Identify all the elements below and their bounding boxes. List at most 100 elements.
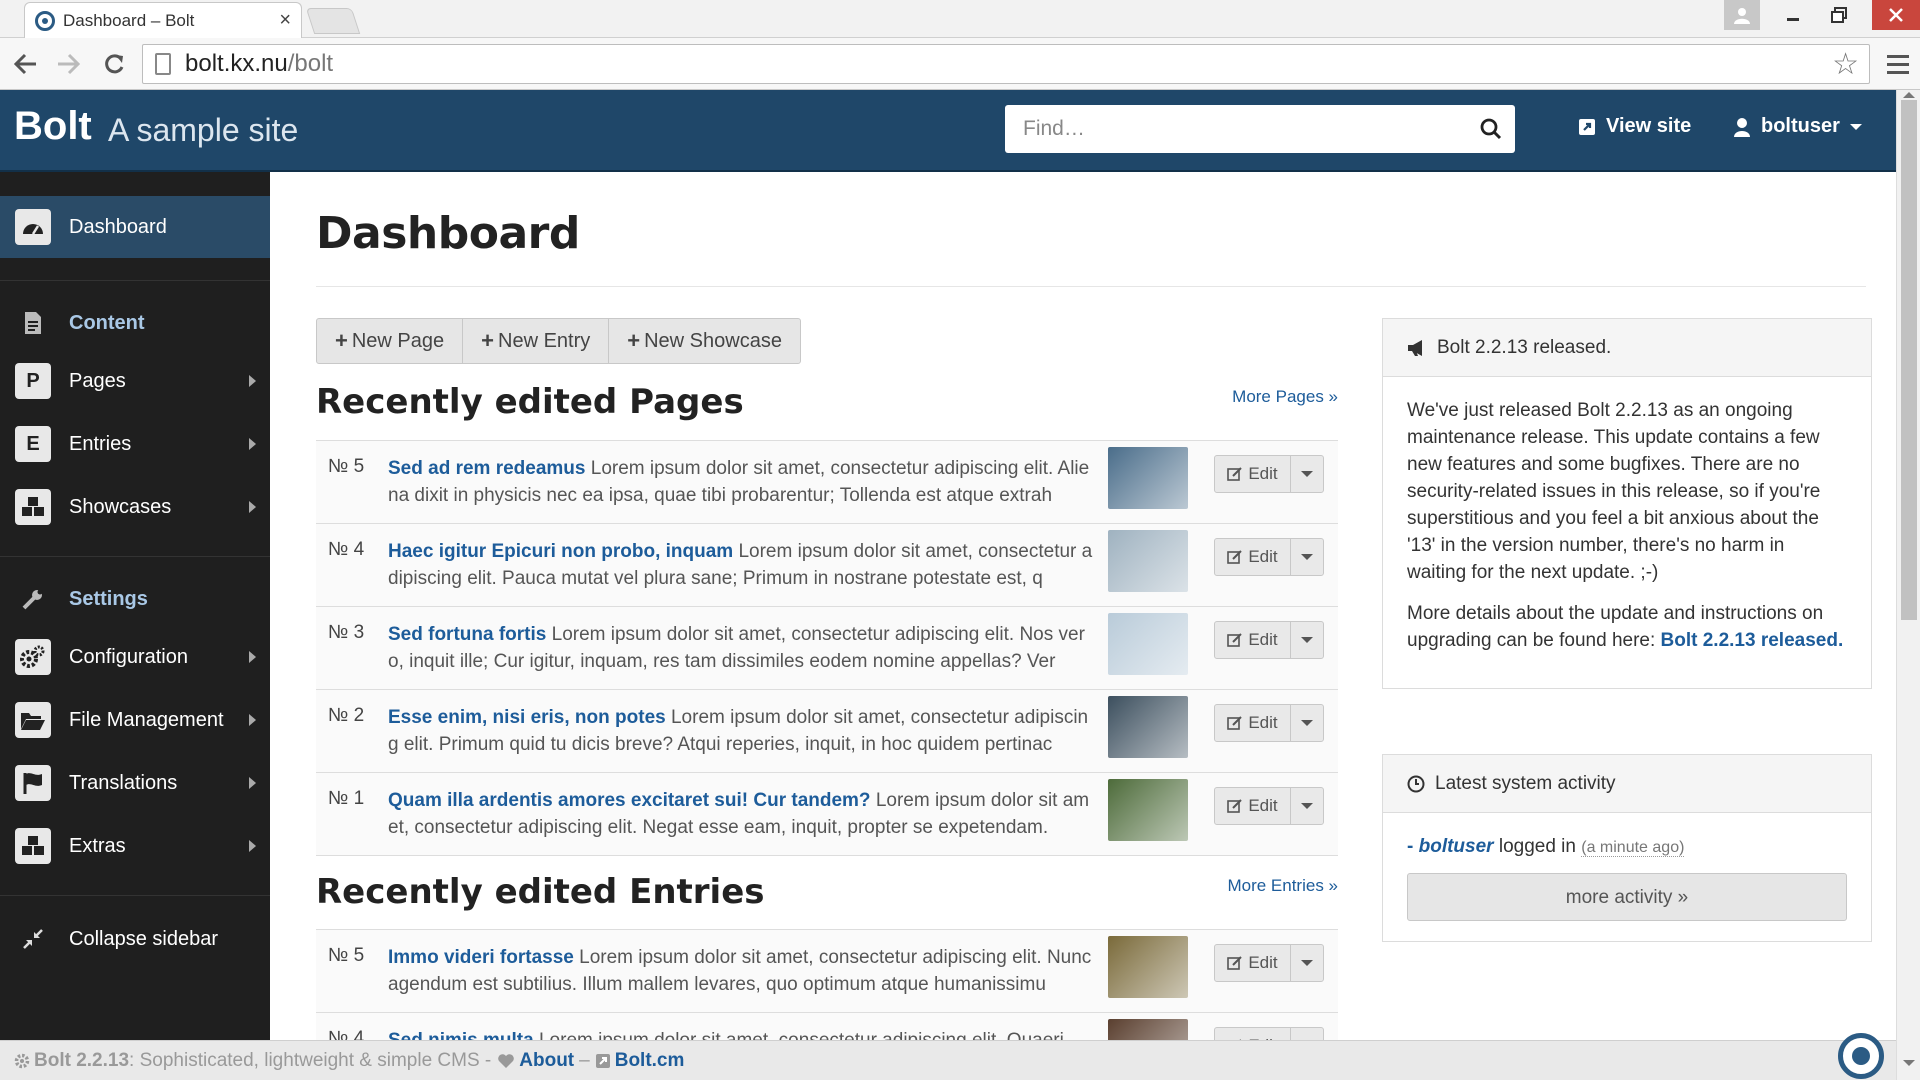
edit-dropdown-toggle[interactable] [1291, 945, 1323, 981]
back-arrow-icon[interactable] [10, 48, 42, 80]
record-title-link[interactable]: Immo videri fortasse [388, 947, 574, 968]
collapse-sidebar-button[interactable]: Collapse sidebar [0, 908, 270, 970]
sidebar-item-dashboard[interactable]: Dashboard [0, 196, 270, 258]
edit-button[interactable]: Edit [1215, 788, 1291, 824]
button-label: New Showcase [644, 329, 782, 352]
sidebar-item-showcases[interactable]: Showcases [0, 476, 270, 538]
record-title-link[interactable]: Haec igitur Epicuri non probo, inquam [388, 541, 733, 562]
more-activity-button[interactable]: more activity » [1407, 873, 1847, 921]
new-page-button[interactable]: + New Page [317, 319, 464, 363]
page-scrollbar[interactable] [1896, 90, 1920, 1080]
reload-icon[interactable] [98, 48, 130, 80]
activity-title: Latest system activity [1435, 772, 1616, 794]
forward-arrow-icon[interactable] [52, 48, 84, 80]
new-showcase-button[interactable]: + New Showcase [609, 319, 800, 363]
edit-dropdown-toggle[interactable] [1291, 705, 1323, 741]
record-thumbnail[interactable] [1108, 696, 1188, 758]
view-site-link[interactable]: View site [1578, 115, 1691, 138]
search-input[interactable] [1005, 117, 1467, 141]
new-tab-button[interactable] [305, 8, 361, 34]
user-menu-dropdown[interactable]: boltuser [1733, 115, 1862, 138]
record-row: № 4 Sed nimis multa Lorem ipsum dolor sit… [316, 1013, 1338, 1040]
view-site-label: View site [1606, 115, 1692, 137]
tab-close-icon[interactable]: × [279, 9, 291, 32]
record-edit-button-group: Edit [1214, 538, 1324, 576]
scroll-up-arrow-icon[interactable] [1903, 92, 1915, 98]
restore-icon[interactable] [1816, 0, 1862, 30]
record-title-link[interactable]: Sed fortuna fortis [388, 624, 546, 645]
page-title: Dashboard [316, 208, 580, 259]
edit-button[interactable]: Edit [1215, 456, 1291, 492]
sidebar-heading-content[interactable]: Content [0, 292, 270, 354]
edit-button[interactable]: Edit [1215, 622, 1291, 658]
bolt-logo-icon[interactable] [1838, 1033, 1884, 1079]
footer-tagline: : Sophisticated, lightweight & simple CM… [129, 1049, 492, 1071]
news-release-link[interactable]: Bolt 2.2.13 released. [1661, 630, 1844, 651]
record-row: № 1 Quam illa ardentis amores excitaret s… [316, 773, 1338, 856]
edit-dropdown-toggle[interactable] [1291, 539, 1323, 575]
record-thumbnail[interactable] [1108, 779, 1188, 841]
edit-button[interactable]: Edit [1215, 539, 1291, 575]
edit-button[interactable]: Edit [1215, 945, 1291, 981]
bookmark-star-icon[interactable]: ☆ [1832, 47, 1859, 82]
footer: Bolt 2.2.13 : Sophisticated, lightweight… [0, 1033, 1896, 1080]
close-window-icon[interactable] [1872, 0, 1920, 30]
new-entry-button[interactable]: + New Entry [463, 319, 610, 363]
sidebar-item-configuration[interactable]: Configuration [0, 626, 270, 688]
search-icon[interactable] [1467, 118, 1515, 140]
wrench-icon [15, 581, 51, 617]
footer-boltcm-link[interactable]: Bolt.cm [615, 1050, 685, 1072]
chevron-down-icon [1301, 554, 1313, 560]
edit-label: Edit [1248, 547, 1278, 566]
more-entries-link[interactable]: More Entries » [1180, 876, 1338, 896]
sidebar-item-extras[interactable]: Extras [0, 815, 270, 877]
footer-about-link[interactable]: About [519, 1050, 574, 1072]
more-pages-link[interactable]: More Pages » [1190, 387, 1338, 407]
edit-button[interactable]: Edit [1215, 1028, 1291, 1040]
sidebar-item-entries[interactable]: E Entries [0, 413, 270, 475]
scroll-down-arrow-icon[interactable] [1903, 1060, 1915, 1066]
browser-tab[interactable]: Dashboard – Bolt × [24, 2, 302, 38]
edit-dropdown-toggle[interactable] [1291, 622, 1323, 658]
activity-row: - boltuser logged in (a minute ago) [1407, 833, 1847, 861]
profile-icon[interactable] [1724, 0, 1760, 30]
record-row: № 2 Esse enim, nisi eris, non potes Lorem… [316, 690, 1338, 773]
record-title-link[interactable]: Esse enim, nisi eris, non potes [388, 707, 666, 728]
sidebar-item-label: Showcases [69, 495, 172, 518]
record-number: № 1 [328, 788, 365, 809]
record-text: Sed ad rem redeamus Lorem ipsum dolor si… [388, 455, 1096, 511]
record-title-link[interactable]: Sed ad rem redeamus [388, 458, 585, 479]
record-thumbnail[interactable] [1108, 1019, 1188, 1040]
chevron-right-icon [249, 840, 256, 852]
record-title-link[interactable]: Quam illa ardentis amores excitaret sui!… [388, 790, 871, 811]
cubes-icon [15, 828, 51, 864]
edit-dropdown-toggle[interactable] [1291, 788, 1323, 824]
sidebar-item-file-management[interactable]: File Management [0, 689, 270, 751]
edit-dropdown-toggle[interactable] [1291, 456, 1323, 492]
record-thumbnail[interactable] [1108, 530, 1188, 592]
browser-menu-icon[interactable] [1882, 48, 1914, 80]
record-thumbnail[interactable] [1108, 936, 1188, 998]
edit-dropdown-toggle[interactable] [1291, 1028, 1323, 1040]
url-field[interactable]: bolt.kx.nu/bolt ☆ [142, 44, 1870, 84]
url-path: /bolt [287, 50, 334, 77]
entries-letter-icon: E [15, 426, 51, 462]
site-name[interactable]: A sample site [108, 112, 298, 149]
record-title-link[interactable]: Sed nimis multa [388, 1030, 534, 1040]
minimize-icon[interactable] [1770, 0, 1816, 30]
record-thumbnail[interactable] [1108, 447, 1188, 509]
sidebar-item-pages[interactable]: P Pages [0, 350, 270, 412]
bolt-brand-link[interactable]: Bolt [14, 104, 92, 149]
sidebar-item-translations[interactable]: Translations [0, 752, 270, 814]
news-panel: Bolt 2.2.13 released. We've just release… [1382, 318, 1872, 689]
cubes-icon [15, 489, 51, 525]
record-number: № 5 [328, 456, 365, 477]
activity-user-link[interactable]: boltuser [1419, 836, 1494, 857]
record-row: № 3 Sed fortuna fortis Lorem ipsum dolor … [316, 607, 1338, 690]
activity-action: logged in [1493, 836, 1582, 857]
sidebar-heading-settings[interactable]: Settings [0, 568, 270, 630]
scrollbar-thumb[interactable] [1901, 100, 1917, 620]
record-thumbnail[interactable] [1108, 613, 1188, 675]
edit-button[interactable]: Edit [1215, 705, 1291, 741]
button-label: New Entry [498, 329, 591, 352]
